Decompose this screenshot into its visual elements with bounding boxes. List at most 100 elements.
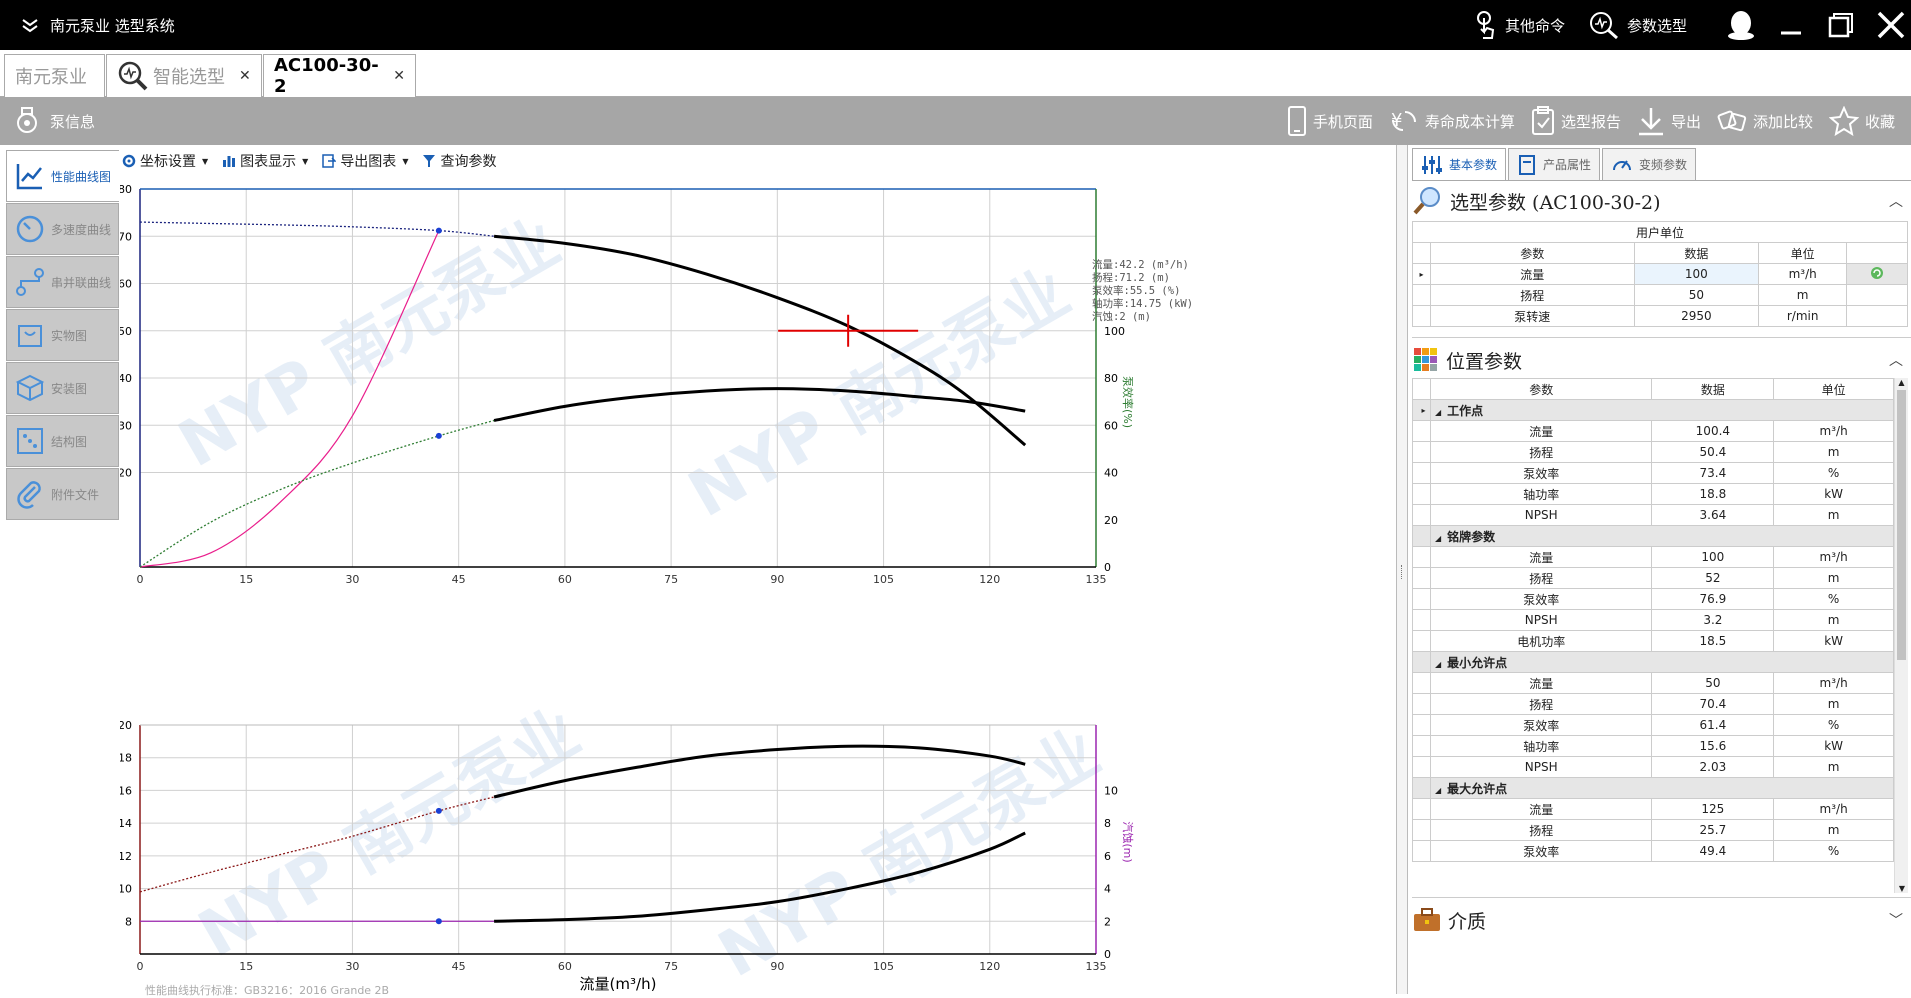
scrollbar[interactable]: ▲ ▼ xyxy=(1894,378,1908,893)
y-tick-label: 50 xyxy=(120,325,132,338)
briefcase-icon xyxy=(1414,908,1440,931)
performance-chart-area: NYP 南元泵业 NYP 南元泵业 0 15 30 45 60 75 90 105 120 135 20… xyxy=(120,172,1396,994)
tab-close-icon[interactable]: ✕ xyxy=(239,68,251,84)
npsh-point-marker xyxy=(435,918,442,925)
group-row[interactable]: ▸ ◢ 工作点 xyxy=(1412,399,1895,421)
collapse-triangle-icon[interactable]: ◢ xyxy=(1435,534,1441,543)
y-tick-label: 14 xyxy=(120,817,132,830)
table-row[interactable]: 电机功率 18.5 kW xyxy=(1412,630,1894,652)
table-row[interactable]: 流量 100 m³/h xyxy=(1412,546,1894,568)
tab-product-attrs[interactable]: 产品属性 xyxy=(1508,148,1601,180)
scroll-up-icon[interactable]: ▲ xyxy=(1895,378,1908,387)
nav-install[interactable]: 安装图 xyxy=(6,362,119,414)
col-header: 数据 xyxy=(1651,378,1775,400)
table-row[interactable]: ▸ 流量 100 m³/h xyxy=(1412,263,1908,285)
tab-home[interactable]: 南元泵业 xyxy=(4,54,105,97)
collapse-icon[interactable]: ︿ xyxy=(1889,191,1903,211)
table-row[interactable]: NPSH 2.03 m xyxy=(1412,756,1894,778)
group-row[interactable]: ◢ 铭牌参数 xyxy=(1412,525,1895,547)
table-row[interactable]: 泵效率 61.4% xyxy=(1412,714,1894,736)
nav-structure[interactable]: 结构图 xyxy=(6,415,119,467)
collapse-triangle-icon[interactable]: ◢ xyxy=(1435,660,1441,669)
param-select-button[interactable]: 参数选型 xyxy=(1589,11,1687,39)
close-icon[interactable] xyxy=(1871,0,1911,50)
other-commands-button[interactable]: 其他命令 xyxy=(1475,10,1565,40)
nav-performance-curve[interactable]: 性能曲线图 xyxy=(6,150,119,202)
group-row[interactable]: ◢ 最小允许点 xyxy=(1412,651,1895,673)
table-row[interactable]: 扬程 50 m xyxy=(1412,284,1908,306)
refresh-button[interactable] xyxy=(1846,263,1908,285)
table-row[interactable]: 轴功率 15.6 kW xyxy=(1412,735,1894,757)
compare-button[interactable]: 添加比较 xyxy=(1717,107,1813,135)
panel-splitter[interactable] xyxy=(1396,145,1408,994)
col-header: 参数 xyxy=(1429,242,1635,264)
table-row[interactable]: 泵效率 49.4% xyxy=(1412,840,1894,862)
query-params-button[interactable]: 查询参数 xyxy=(422,151,496,171)
lifecycle-cost-button[interactable]: ¥ 寿命成本计算 xyxy=(1389,106,1515,136)
table-row[interactable]: 泵转速 2950 r/min xyxy=(1412,305,1908,327)
scroll-thumb[interactable] xyxy=(1897,390,1906,660)
compare-label: 添加比较 xyxy=(1752,112,1813,131)
table-row[interactable]: 泵效率 76.9% xyxy=(1412,588,1894,610)
axis-settings-button[interactable]: 坐标设置 ▼ xyxy=(122,151,208,171)
flow-input[interactable]: 100 xyxy=(1633,263,1760,285)
collapse-icon[interactable] xyxy=(20,17,40,33)
group-row[interactable]: ◢ 最大允许点 xyxy=(1412,777,1895,799)
nav-photo[interactable]: 实物图 xyxy=(6,309,119,361)
table-row[interactable]: 轴功率 18.8 kW xyxy=(1412,483,1894,505)
y2-tick-label: 60 xyxy=(1104,419,1118,432)
network-icon xyxy=(16,268,44,296)
export-button[interactable]: 导出 xyxy=(1637,106,1701,136)
collapse-icon[interactable]: ︿ xyxy=(1889,350,1903,370)
tab-vfd-params[interactable]: 变频参数 xyxy=(1602,148,1697,180)
head-input[interactable]: 50 xyxy=(1633,284,1760,306)
minimize-icon[interactable] xyxy=(1771,0,1811,50)
maximize-icon[interactable] xyxy=(1821,0,1861,50)
position-params-header[interactable]: 位置参数 ︿ xyxy=(1412,342,1911,378)
x-tick-label: 30 xyxy=(345,960,359,973)
chart-display-button[interactable]: 图表显示 ▼ xyxy=(222,151,308,171)
table-row[interactable]: 扬程 52 m xyxy=(1412,567,1894,589)
nav-multi-speed[interactable]: 多速度曲线 xyxy=(6,203,119,255)
pump-info-label: 泵信息 xyxy=(50,112,96,131)
tab-ac100[interactable]: AC100-30-2 ✕ xyxy=(263,54,416,97)
export-chart-button[interactable]: 导出图表 ▼ xyxy=(322,151,408,171)
selection-params-header[interactable]: 选型参数 (AC100-30-2) ︿ xyxy=(1412,183,1911,219)
speed-input[interactable]: 2950 xyxy=(1633,305,1760,327)
y-tick-label: 40 xyxy=(120,372,132,385)
table-row[interactable]: 扬程 70.4 m xyxy=(1412,693,1894,715)
tab-basic-params[interactable]: 基本参数 xyxy=(1412,148,1507,180)
qq-icon[interactable] xyxy=(1721,0,1761,50)
pump-info[interactable]: 泵信息 xyxy=(14,105,95,137)
scroll-down-icon[interactable]: ▼ xyxy=(1895,884,1908,893)
table-row[interactable]: 流量 100.4 m³/h xyxy=(1412,420,1894,442)
report-button[interactable]: 选型报告 xyxy=(1531,106,1621,136)
tab-close-icon[interactable]: ✕ xyxy=(393,68,405,84)
table-row[interactable]: 扬程 25.7 m xyxy=(1412,819,1894,841)
x-tick-label: 120 xyxy=(979,573,1000,586)
nav-attachments[interactable]: 附件文件 xyxy=(6,468,119,520)
medium-header[interactable]: 介质 ﹀ xyxy=(1412,902,1911,938)
favorite-button[interactable]: 收藏 xyxy=(1828,106,1895,136)
table-row[interactable]: 扬程 50.4 m xyxy=(1412,441,1894,463)
app-title: 南元泵业 选型系统 xyxy=(50,16,175,35)
table-row[interactable]: NPSH 3.64 m xyxy=(1412,504,1894,526)
col-header: 单位 xyxy=(1773,378,1894,400)
document-tabs: 南元泵业 智能选型 ✕ AC100-30-2 ✕ xyxy=(0,50,1911,97)
x-tick-label: 60 xyxy=(558,573,572,586)
y2-tick-label: 0 xyxy=(1104,948,1111,961)
performance-chart-svg[interactable]: NYP 南元泵业 NYP 南元泵业0 15 30 45 60 75 90 105 120 13520… xyxy=(120,172,1396,994)
collapse-triangle-icon[interactable]: ◢ xyxy=(1435,786,1441,795)
nav-label: 实物图 xyxy=(51,328,88,343)
x-tick-label: 135 xyxy=(1086,573,1107,586)
table-row[interactable]: 泵效率 73.4% xyxy=(1412,462,1894,484)
tab-smart-select[interactable]: 智能选型 ✕ xyxy=(106,54,262,97)
nav-label: 多速度曲线 xyxy=(51,222,112,237)
collapse-triangle-icon[interactable]: ◢ xyxy=(1435,408,1441,417)
table-row[interactable]: NPSH 3.2 m xyxy=(1412,609,1894,631)
table-row[interactable]: 流量 50 m³/h xyxy=(1412,672,1894,694)
expand-icon[interactable]: ﹀ xyxy=(1889,910,1903,930)
mobile-page-button[interactable]: 手机页面 xyxy=(1287,106,1373,136)
nav-series-parallel[interactable]: 串并联曲线 xyxy=(6,256,119,308)
table-row[interactable]: 流量 125 m³/h xyxy=(1412,798,1894,820)
